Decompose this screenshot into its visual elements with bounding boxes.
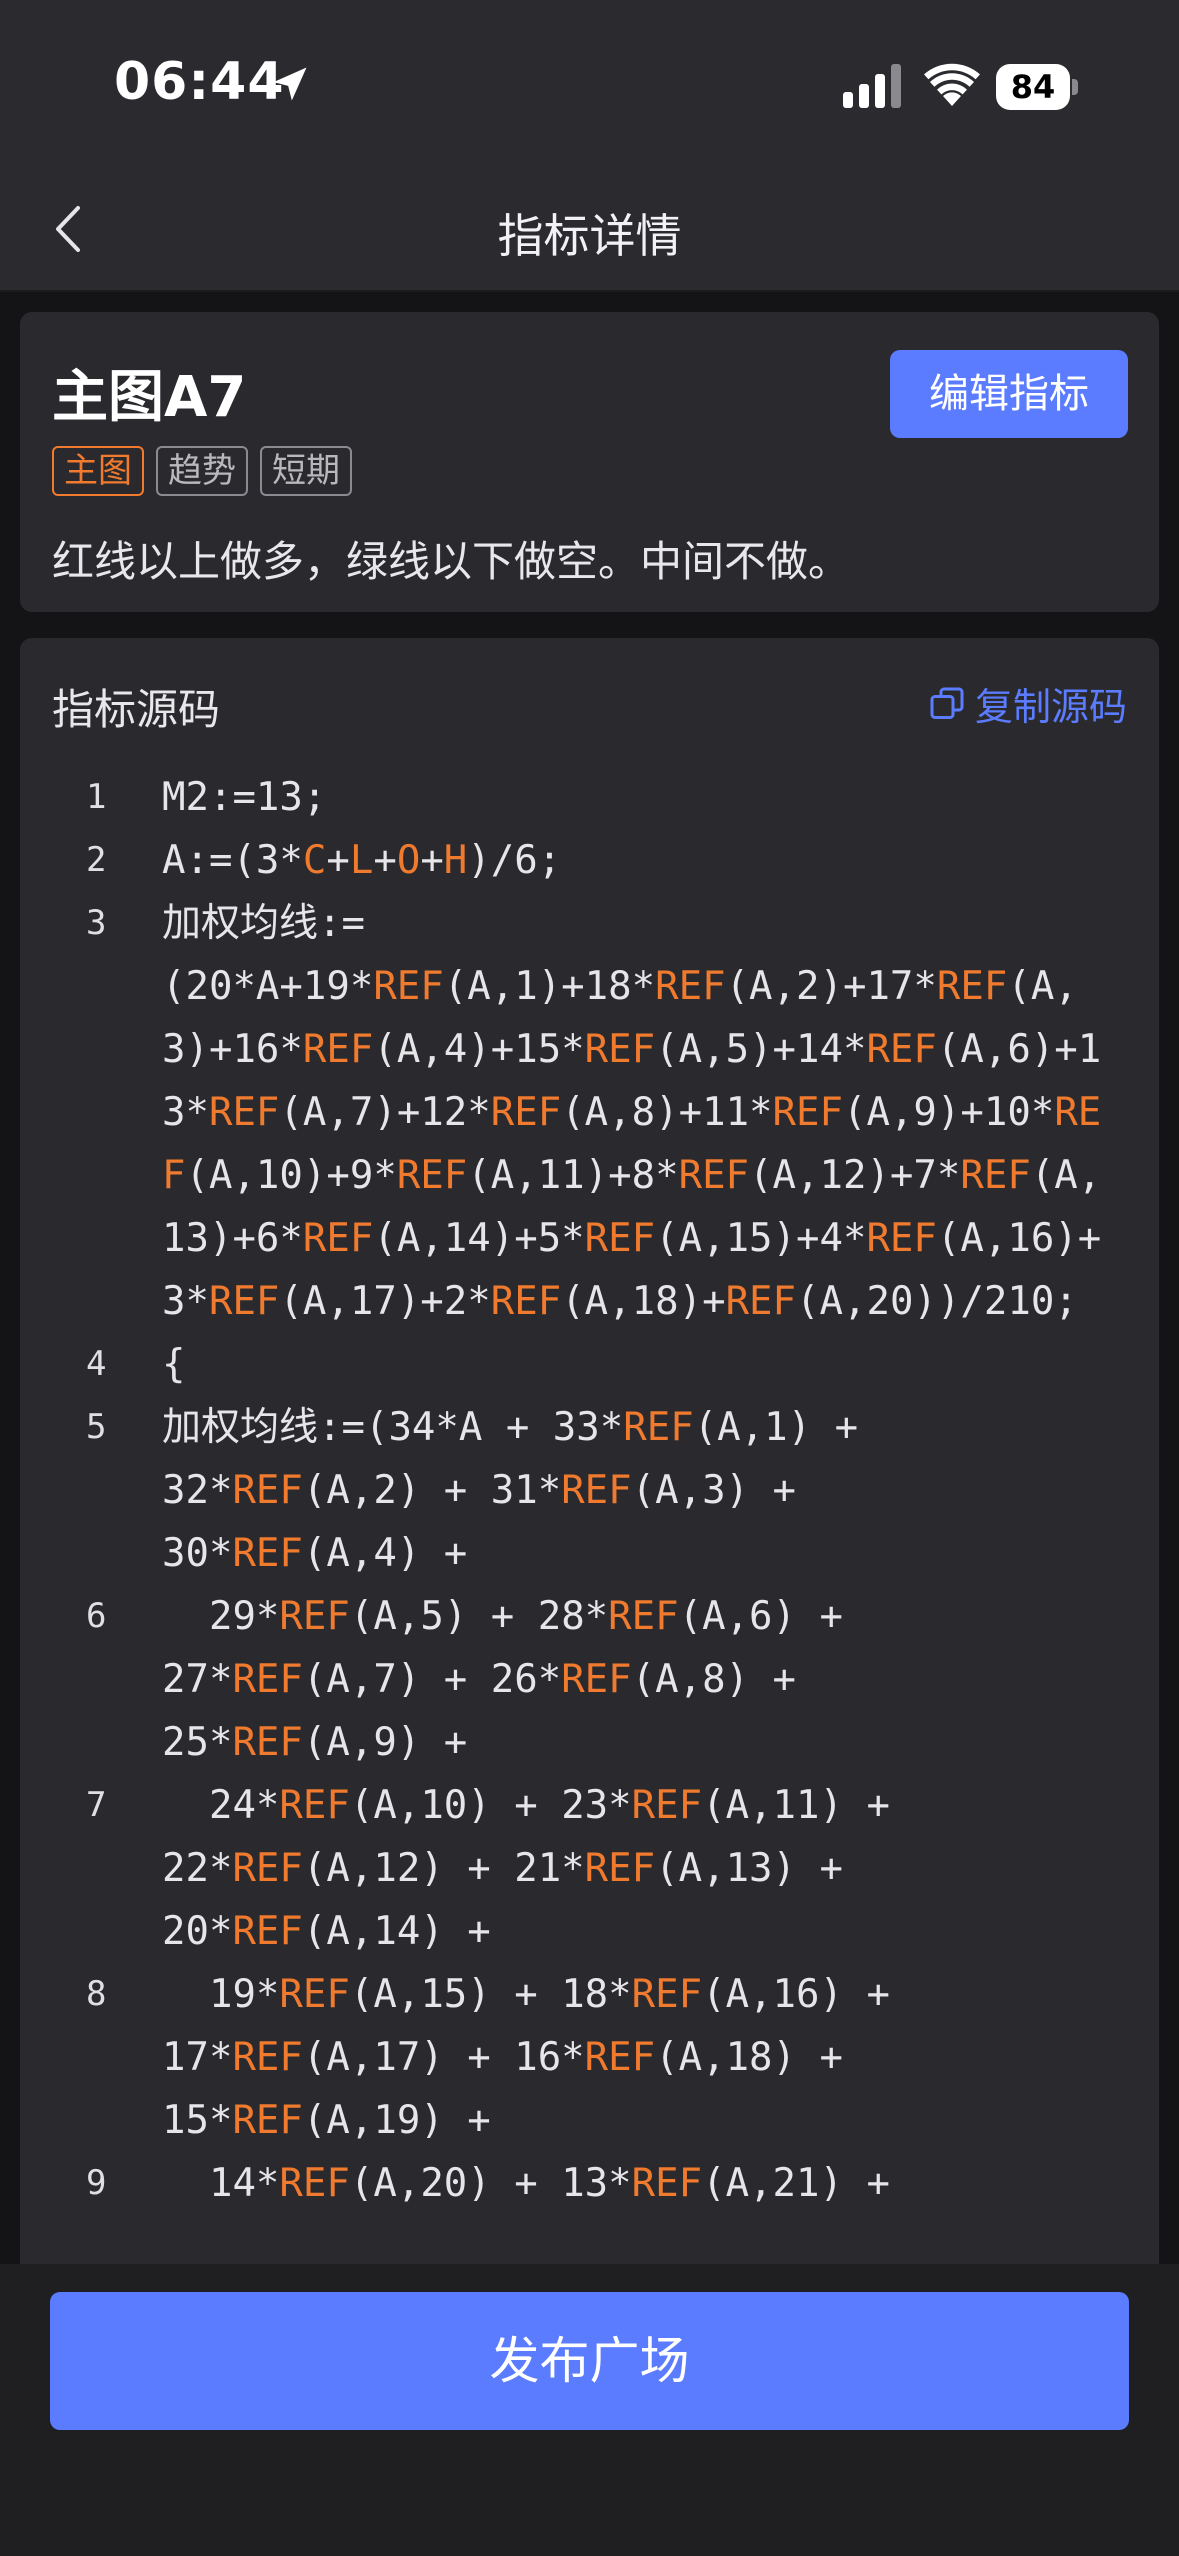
status-time: 06:44: [114, 52, 285, 112]
code-line: 8 19*REF(A,15) + 18*REF(A,16) + 17*REF(A…: [20, 1963, 1159, 2152]
wifi-icon: [924, 63, 980, 106]
tag-main-chart: 主图: [52, 446, 144, 496]
code-text: 29*REF(A,5) + 28*REF(A,6) + 27*REF(A,7) …: [162, 1594, 843, 1765]
tag-short-term: 短期: [260, 446, 352, 496]
line-number: 2: [86, 840, 107, 880]
code-line: 5 加权均线:=(34*A + 33*REF(A,1) + 32*REF(A,2)…: [20, 1396, 1159, 1585]
battery-level: 84: [1010, 68, 1056, 106]
code-line: 2 A:=(3*C+L+O+H)/6;: [20, 829, 1159, 892]
indicator-tags: 主图 趋势 短期: [52, 446, 352, 496]
code-text: M2:=13;: [162, 775, 327, 820]
location-arrow-icon: [273, 67, 307, 101]
line-number: 9: [86, 2163, 107, 2203]
code-text: 24*REF(A,10) + 23*REF(A,11) + 22*REF(A,1…: [162, 1783, 890, 1954]
code-text: 加权均线:= (20*A+19*REF(A,1)+18*REF(A,2)+17*…: [162, 901, 1102, 1324]
status-bar: 06:44 84: [0, 0, 1179, 170]
indicator-name: 主图A7: [52, 365, 247, 430]
code-text: 19*REF(A,15) + 18*REF(A,16) + 17*REF(A,1…: [162, 1972, 890, 2143]
code-text: {: [162, 1342, 186, 1387]
copy-source-button[interactable]: 复制源码: [929, 676, 1127, 731]
cellular-signal-icon: [843, 64, 901, 108]
page-title: 指标详情: [497, 209, 682, 263]
code-line: 9 14*REF(A,20) + 13*REF(A,21) +: [20, 2152, 1159, 2215]
code-line: 6 29*REF(A,5) + 28*REF(A,6) + 27*REF(A,7…: [20, 1585, 1159, 1774]
code-line: 7 24*REF(A,10) + 23*REF(A,11) + 22*REF(A…: [20, 1774, 1159, 1963]
code-block: 1 M2:=13; 2 A:=(3*C+L+O+H)/6; 3 加权均线:= (20*A+…: [20, 766, 1159, 2215]
copy-source-label: 复制源码: [974, 685, 1127, 729]
code-line: 3 加权均线:= (20*A+19*REF(A,1)+18*REF(A,2)+17…: [20, 892, 1159, 1333]
battery-indicator: 84: [996, 64, 1078, 110]
nav-bar: 指标详情: [0, 170, 1179, 292]
line-number: 3: [86, 903, 107, 943]
code-text: 加权均线:=(34*A + 33*REF(A,1) + 32*REF(A,2) …: [162, 1405, 859, 1576]
copy-icon: [930, 687, 964, 719]
publish-button[interactable]: 发布广场: [50, 2292, 1129, 2430]
line-number: 5: [86, 1407, 107, 1447]
source-title: 指标源码: [52, 685, 221, 734]
indicator-info-card: 主图A7 编辑指标 主图 趋势 短期 红线以上做多，绿线以下做空。中间不做。: [20, 312, 1159, 612]
line-number: 7: [86, 1785, 107, 1825]
line-number: 6: [86, 1596, 107, 1636]
indicator-description: 红线以上做多，绿线以下做空。中间不做。: [52, 537, 851, 586]
code-text: 14*REF(A,20) + 13*REF(A,21) +: [162, 2161, 890, 2206]
tag-trend: 趋势: [156, 446, 248, 496]
bottom-bar: 发布广场: [0, 2264, 1179, 2556]
line-number: 1: [86, 777, 107, 817]
edit-indicator-button[interactable]: 编辑指标: [890, 350, 1128, 438]
code-line: 4{: [20, 1333, 1159, 1396]
code-text: A:=(3*C+L+O+H)/6;: [162, 838, 562, 883]
code-line: 1 M2:=13;: [20, 766, 1159, 829]
line-number: 8: [86, 1974, 107, 2014]
line-number: 4: [86, 1344, 107, 1384]
